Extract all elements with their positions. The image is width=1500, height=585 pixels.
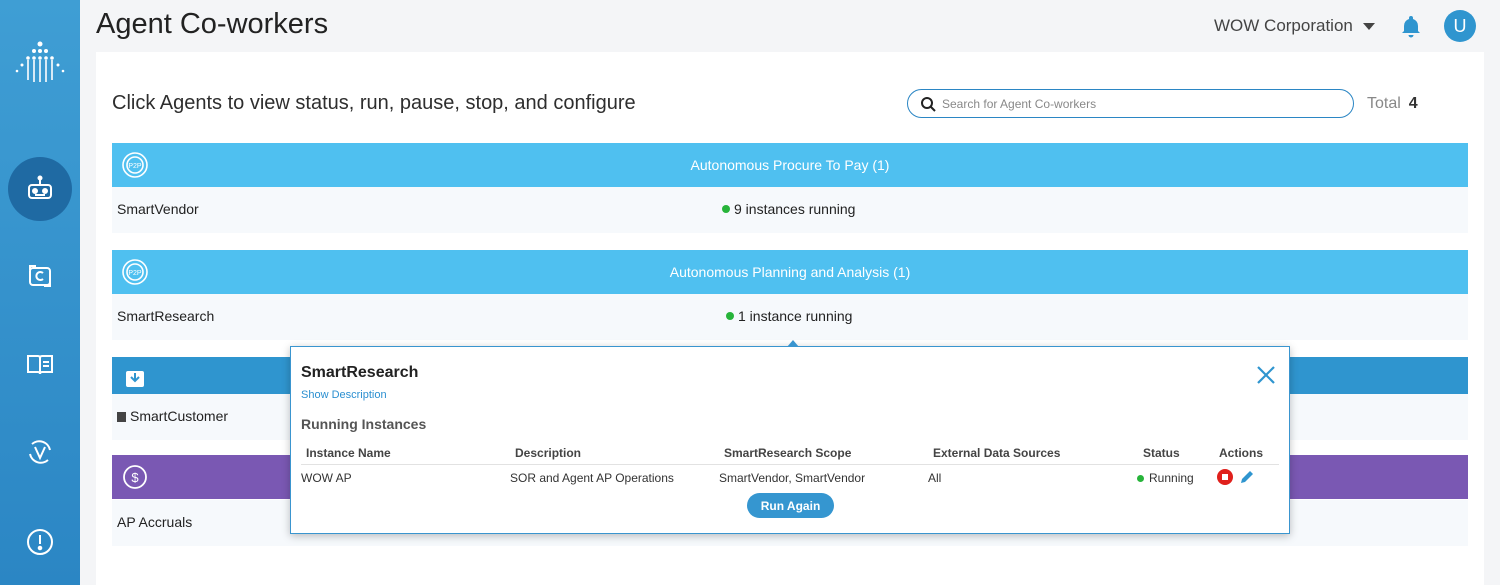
nav-agents[interactable] xyxy=(8,157,72,221)
group-header[interactable]: P2P Autonomous Planning and Analysis (1) xyxy=(112,250,1468,294)
agent-name: AP Accruals xyxy=(117,514,193,530)
column-header: Actions xyxy=(1219,446,1264,460)
running-dot xyxy=(1137,474,1144,482)
running-dot xyxy=(722,205,730,213)
total-label: Total xyxy=(1367,95,1401,112)
instance-data-sources: All xyxy=(928,471,942,485)
agent-name-text: SmartCustomer xyxy=(130,408,229,424)
bell-icon[interactable] xyxy=(1399,14,1423,38)
instances-table-header: Instance Name Description SmartResearch … xyxy=(301,443,1279,465)
show-description-link[interactable]: Show Description xyxy=(301,389,387,401)
agent-row[interactable]: SmartResearch 1 instance running xyxy=(112,294,1468,340)
agent-status: 9 instances running xyxy=(722,201,855,217)
agent-row[interactable]: SmartVendor 9 instances running xyxy=(112,187,1468,233)
robot-icon xyxy=(28,175,52,199)
p2p-icon: P2P xyxy=(122,259,148,285)
group-title: Autonomous Procure To Pay (1) xyxy=(690,157,890,173)
v-cycle-icon xyxy=(29,440,51,464)
column-header: Instance Name xyxy=(306,446,391,460)
alert-icon xyxy=(27,529,53,555)
agent-status: 1 instance running xyxy=(726,308,852,324)
close-icon[interactable] xyxy=(1255,364,1277,386)
run-again-button[interactable]: Run Again xyxy=(747,493,834,518)
p2p-icon: P2P xyxy=(122,152,148,178)
popup-pointer xyxy=(787,340,799,347)
agent-name: SmartVendor xyxy=(117,201,199,217)
avatar[interactable]: U xyxy=(1444,10,1476,42)
org-name: WOW Corporation xyxy=(1214,16,1353,35)
nav-cycle[interactable] xyxy=(8,244,72,308)
instance-status-text: Running xyxy=(1149,471,1194,485)
nav-library[interactable] xyxy=(8,332,72,396)
book-icon xyxy=(27,355,53,375)
instance-name: WOW AP xyxy=(301,471,352,485)
cycle-c-icon xyxy=(29,265,51,287)
org-select[interactable]: WOW Corporation xyxy=(1214,16,1375,36)
logo-icon xyxy=(15,41,65,82)
agent-name: SmartCustomer xyxy=(117,408,228,424)
agent-status-text: 1 instance running xyxy=(738,308,853,324)
page-subtitle: Click Agents to view status, run, pause,… xyxy=(112,92,636,114)
search-icon xyxy=(921,96,936,112)
dollar-cycle-icon: $ xyxy=(123,465,147,489)
section-title: Running Instances xyxy=(301,416,427,432)
search-box[interactable] xyxy=(907,89,1354,118)
svg-text:P2P: P2P xyxy=(128,163,142,170)
download-box-icon xyxy=(126,371,144,387)
total-value: 4 xyxy=(1408,95,1418,112)
instance-scope: SmartVendor, SmartVendor xyxy=(719,471,866,485)
agent-type-icon xyxy=(117,412,126,422)
svg-text:P2P: P2P xyxy=(128,270,142,277)
running-dot xyxy=(726,312,734,320)
agent-status-text: 9 instances running xyxy=(734,201,856,217)
page-title: Agent Co-workers xyxy=(96,8,329,40)
agent-detail-popup: SmartResearch Show Description Running I… xyxy=(290,340,1290,534)
group-title: Autonomous Planning and Analysis (1) xyxy=(669,264,911,280)
stop-icon[interactable] xyxy=(1217,469,1233,485)
popup-title: SmartResearch xyxy=(301,364,419,381)
agent-name: SmartResearch xyxy=(117,308,215,324)
edit-pencil-icon[interactable] xyxy=(1239,469,1255,485)
table-row: WOW AP SOR and Agent AP Operations Smart… xyxy=(301,468,1279,490)
chevron-down-icon xyxy=(1362,22,1375,30)
column-header: Description xyxy=(515,446,582,460)
nav-v[interactable] xyxy=(8,420,72,484)
column-header: SmartResearch Scope xyxy=(724,446,852,460)
instance-status: Running xyxy=(1137,471,1194,485)
instance-description: SOR and Agent AP Operations xyxy=(510,471,674,485)
group-header[interactable]: P2P Autonomous Procure To Pay (1) xyxy=(112,143,1468,187)
column-header: Status xyxy=(1143,446,1180,460)
total-count: Total 4 xyxy=(1367,95,1418,113)
nav-info[interactable] xyxy=(8,510,72,574)
svg-text:$: $ xyxy=(131,470,139,485)
column-header: External Data Sources xyxy=(933,446,1061,460)
sidebar xyxy=(0,0,80,585)
search-input[interactable] xyxy=(942,96,1342,111)
